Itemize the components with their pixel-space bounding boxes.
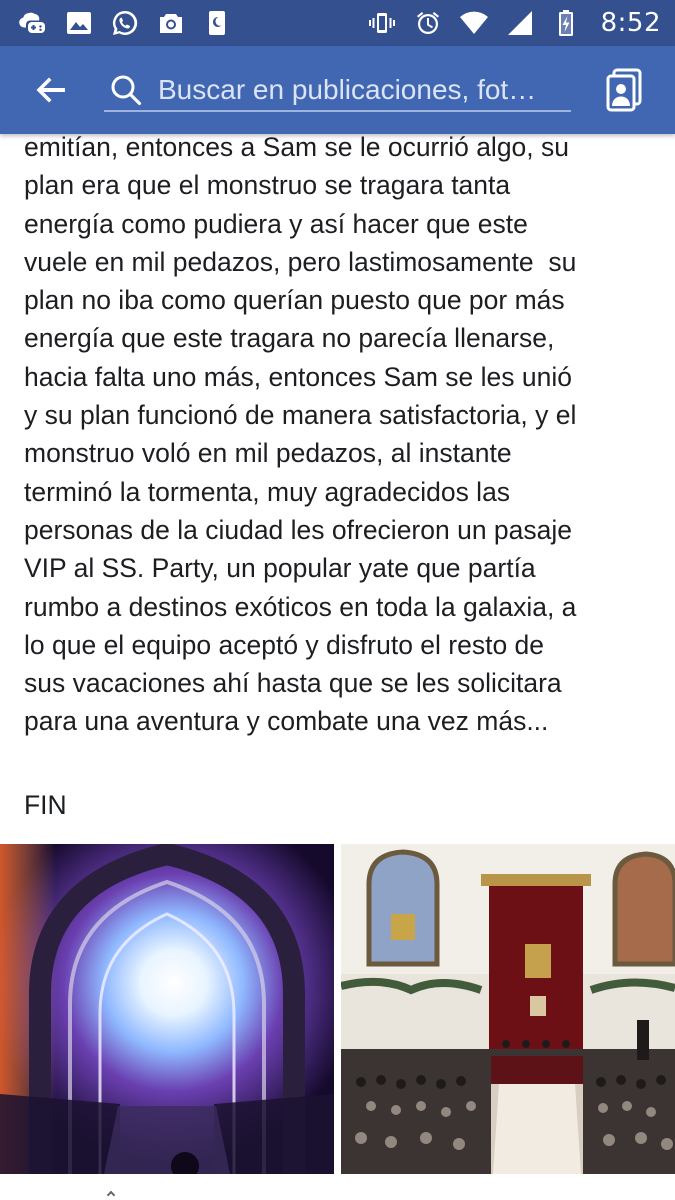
- post-text-line: hacia falta uno más, entonces Sam se les…: [24, 361, 572, 392]
- vibrate-icon: [367, 8, 397, 38]
- search-input[interactable]: [158, 65, 571, 115]
- post-body: emitían, entonces a Sam se le ocurrió al…: [24, 128, 664, 741]
- game-controller-cloud-icon: [18, 8, 48, 38]
- portal-image: [0, 844, 334, 1174]
- battery-charging-icon: [551, 8, 581, 38]
- notification-icons: [18, 8, 232, 38]
- search-icon: [106, 70, 146, 110]
- profile-card-icon: [606, 68, 642, 112]
- post-text-line: vuele en mil pedazos, pero lastimosament…: [24, 246, 577, 277]
- post-text-line: energía como pudiera y así hacer que est…: [24, 208, 528, 239]
- profile-card-button[interactable]: [605, 68, 645, 112]
- post-text-line: para una aventura y combate una vez más.…: [24, 706, 549, 737]
- post-text-line: VIP al SS. Party, un popular yate que pa…: [24, 553, 536, 584]
- search-bar[interactable]: [104, 54, 571, 126]
- post-text-line: y su plan funcionó de manera satisfactor…: [24, 400, 577, 431]
- image-icon: [64, 8, 94, 38]
- post-text-line: plan era que el monstruo se tragara tant…: [24, 170, 511, 201]
- signal-icon: [505, 8, 535, 38]
- post-text-line: plan no iba como querían puesto que por …: [24, 285, 565, 316]
- post-text-line: personas de la ciudad les ofrecieron un …: [24, 514, 573, 545]
- post-photo-portal[interactable]: [0, 844, 334, 1174]
- post-photo-hall[interactable]: [341, 844, 675, 1174]
- partial-caret-icon: [106, 1190, 116, 1200]
- post-text-line: monstruo voló en mil pedazos, al instant…: [24, 438, 512, 469]
- wifi-icon: [459, 8, 489, 38]
- night-mode-icon: [202, 8, 232, 38]
- post-ending: FIN: [24, 790, 67, 820]
- post-text-line: energía que este tragara no parecía llen…: [24, 323, 555, 354]
- arrow-left-icon: [36, 77, 65, 103]
- system-status-icons: 8:52: [367, 8, 661, 38]
- camera-icon: [156, 8, 186, 38]
- post-text-line: emitían, entonces a Sam se le ocurrió al…: [24, 132, 570, 162]
- post-text-line: sus vacaciones ahí hasta que se les soli…: [24, 668, 562, 699]
- whatsapp-icon: [110, 8, 140, 38]
- back-button[interactable]: [16, 46, 86, 134]
- status-bar: 8:52: [0, 0, 675, 46]
- post-text-line: rumbo a destinos exóticos en toda la gal…: [24, 591, 577, 622]
- alarm-icon: [413, 8, 443, 38]
- clock: 8:52: [600, 8, 661, 38]
- post-text-line: lo que el equipo aceptó y disfruto el re…: [24, 629, 545, 660]
- app-bar: [0, 46, 675, 134]
- post-text-line: terminó la tormenta, muy agradecidos las: [24, 476, 511, 507]
- hall-image: [341, 844, 675, 1174]
